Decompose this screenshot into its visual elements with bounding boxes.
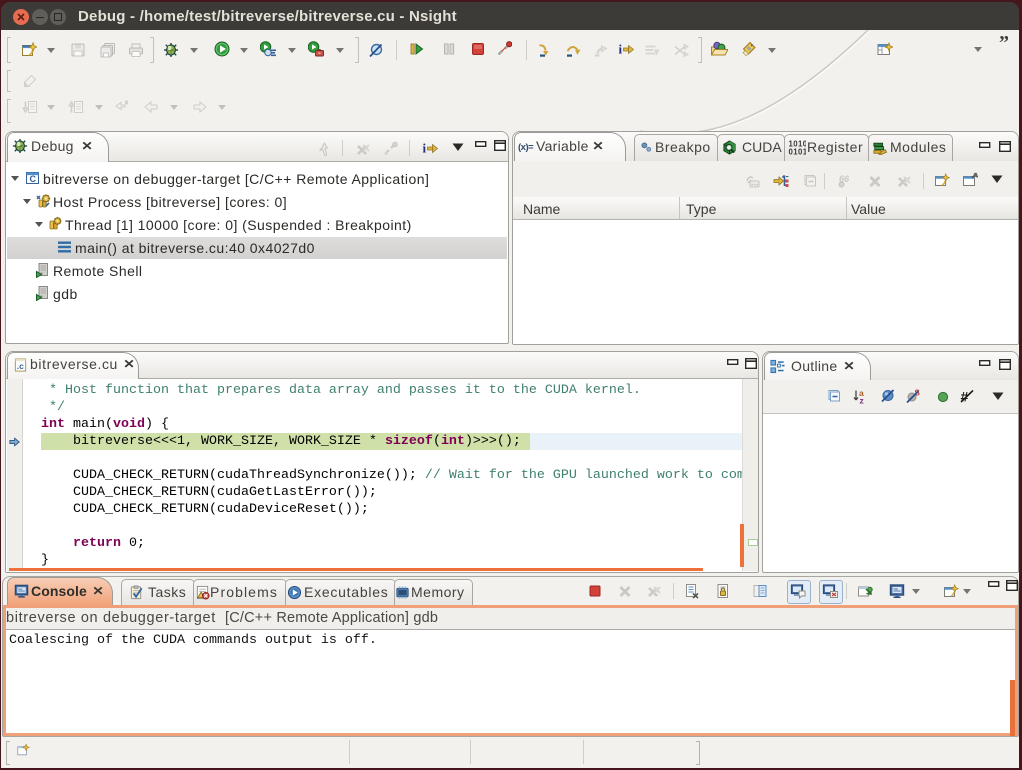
svg-text:C: C — [30, 174, 37, 184]
svg-text:i: i — [619, 42, 623, 57]
svg-text:z: z — [860, 396, 864, 405]
svg-text:i: i — [423, 141, 427, 156]
svg-text:0101: 0101 — [789, 148, 807, 156]
svg-text:.c: .c — [17, 361, 24, 371]
